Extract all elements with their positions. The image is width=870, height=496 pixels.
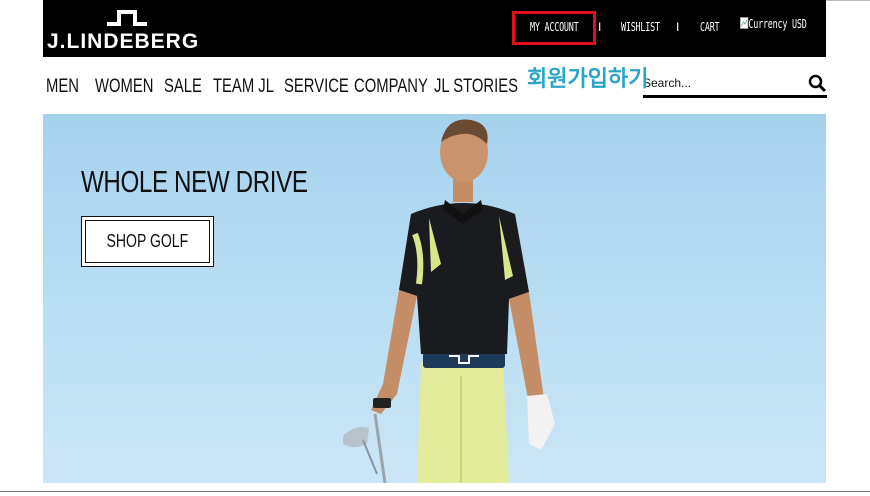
bottom-rule [0, 491, 870, 492]
nav-item-women[interactable]: WOMEN [95, 76, 153, 98]
hero-banner[interactable]: WHOLE NEW DRIVE SHOP GOLF [43, 114, 826, 483]
wishlist-link[interactable]: WISHLIST [621, 20, 660, 34]
cart-link[interactable]: CART [700, 20, 720, 34]
logo-mark-icon [107, 10, 147, 26]
broken-image-icon [740, 17, 749, 29]
my-account-highlight-box [512, 11, 596, 45]
nav-item-team-jl[interactable]: TEAM JL [213, 76, 274, 98]
top-rule [826, 0, 870, 1]
hero-title: WHOLE NEW DRIVE [81, 164, 308, 199]
brand-logo[interactable]: J.LINDEBERG [47, 6, 217, 53]
search-underline [643, 95, 827, 98]
nav-item-sale[interactable]: SALE [164, 76, 202, 98]
currency-selector[interactable]: Currency USD [740, 17, 807, 31]
signup-overlay-text: 회원가입하기 [527, 67, 649, 92]
utility-separator: I [676, 20, 680, 34]
nav-item-jl-stories[interactable]: JL STORIES [434, 76, 518, 98]
nav-item-company[interactable]: COMPANY [354, 76, 428, 98]
page: J.LINDEBERG MY ACCOUNT I WISHLIST I CART… [0, 0, 870, 496]
search-icon[interactable] [808, 74, 827, 93]
top-bar: J.LINDEBERG MY ACCOUNT I WISHLIST I CART… [43, 0, 826, 57]
shop-golf-button[interactable]: SHOP GOLF [81, 216, 214, 267]
currency-value: USD [792, 17, 807, 31]
nav-item-service[interactable]: SERVICE [284, 76, 349, 98]
shop-golf-button-label: SHOP GOLF [106, 231, 189, 251]
utility-separator: I [598, 20, 602, 34]
nav-item-men[interactable]: MEN [46, 76, 79, 98]
logo-text: J.LINDEBERG [47, 30, 200, 53]
golfer-photo [343, 119, 555, 483]
currency-alt-text: Currency [748, 17, 788, 31]
search-box [643, 68, 827, 98]
shop-golf-button-frame: SHOP GOLF [85, 220, 210, 263]
search-input[interactable] [643, 72, 803, 94]
